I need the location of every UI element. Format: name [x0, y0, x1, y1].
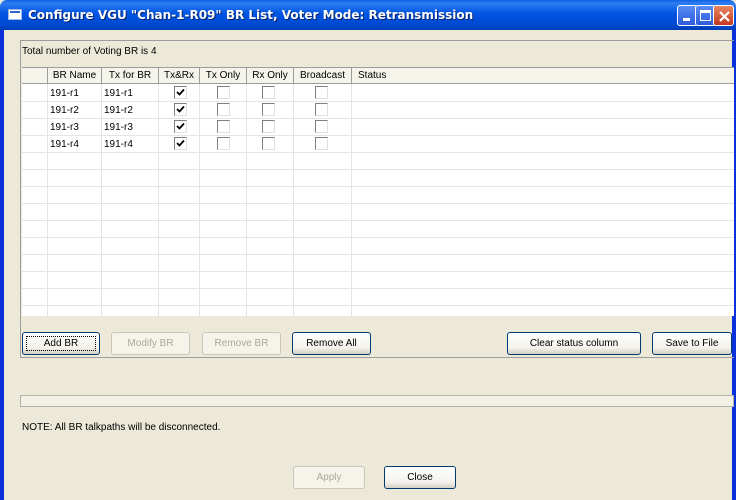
br-name-cell: 191-r2 [50, 105, 79, 116]
grid-row-line [22, 271, 734, 272]
remove-br-button[interactable]: Remove BR [202, 332, 281, 355]
rx-only-checkbox[interactable] [262, 137, 275, 150]
txrx-checkbox[interactable] [174, 86, 187, 99]
txrx-checkbox[interactable] [174, 120, 187, 133]
broadcast-checkbox[interactable] [315, 103, 328, 116]
minimize-icon [683, 18, 690, 21]
save-to-file-button[interactable]: Save to File [652, 332, 732, 355]
header-row-selector [22, 68, 48, 84]
close-window-button[interactable] [713, 5, 734, 26]
header-status[interactable]: Status [352, 68, 734, 84]
grid-row-line [22, 305, 734, 306]
rx-only-checkbox[interactable] [262, 86, 275, 99]
header-br-name[interactable]: BR Name [48, 68, 102, 84]
table-row[interactable]: 191-r3 191-r3 [22, 119, 734, 136]
modify-br-button[interactable]: Modify BR [111, 332, 190, 355]
tx-only-checkbox[interactable] [217, 86, 230, 99]
disconnect-note: NOTE: All BR talkpaths will be disconnec… [22, 422, 221, 433]
grid-row-line [22, 169, 734, 170]
table-row[interactable]: 191-r1 191-r1 [22, 85, 734, 102]
header-broadcast[interactable]: Broadcast [294, 68, 352, 84]
add-br-button[interactable]: Add BR [22, 332, 100, 355]
grid-row-line [22, 288, 734, 289]
tx-for-br-cell: 191-r2 [104, 105, 133, 116]
close-icon [719, 11, 730, 22]
broadcast-checkbox[interactable] [315, 120, 328, 133]
table-row[interactable]: 191-r2 191-r2 [22, 102, 734, 119]
tx-only-checkbox[interactable] [217, 137, 230, 150]
grid-row-line [22, 186, 734, 187]
progress-bar [20, 395, 734, 407]
table-row[interactable]: 191-r4 191-r4 [22, 136, 734, 153]
broadcast-checkbox[interactable] [315, 86, 328, 99]
window-frame-left [0, 30, 4, 500]
maximize-icon [700, 10, 711, 21]
txrx-checkbox[interactable] [174, 103, 187, 116]
grid-row-line [22, 220, 734, 221]
apply-button[interactable]: Apply [293, 466, 365, 489]
header-tx-for-br[interactable]: Tx for BR [102, 68, 159, 84]
br-list-grid[interactable]: BR Name Tx for BR Tx&Rx Tx Only Rx Only … [22, 67, 734, 316]
broadcast-checkbox[interactable] [315, 137, 328, 150]
tx-for-br-cell: 191-r4 [104, 139, 133, 150]
rx-only-checkbox[interactable] [262, 120, 275, 133]
header-rx-only[interactable]: Rx Only [247, 68, 294, 84]
txrx-checkbox[interactable] [174, 137, 187, 150]
window-title: Configure VGU "Chan-1-R09" BR List, Vote… [28, 8, 474, 22]
tx-for-br-cell: 191-r3 [104, 122, 133, 133]
grid-row-line [22, 203, 734, 204]
br-name-cell: 191-r3 [50, 122, 79, 133]
br-name-cell: 191-r1 [50, 88, 79, 99]
voting-br-total: Total number of Voting BR is 4 [22, 46, 157, 57]
close-button[interactable]: Close [384, 466, 456, 489]
grid-row-line [22, 237, 734, 238]
window-icon [8, 9, 22, 20]
tx-only-checkbox[interactable] [217, 103, 230, 116]
tx-for-br-cell: 191-r1 [104, 88, 133, 99]
header-txrx[interactable]: Tx&Rx [159, 68, 200, 84]
header-tx-only[interactable]: Tx Only [200, 68, 247, 84]
title-bar[interactable]: Configure VGU "Chan-1-R09" BR List, Vote… [0, 0, 736, 30]
clear-status-column-button[interactable]: Clear status column [507, 332, 641, 355]
rx-only-checkbox[interactable] [262, 103, 275, 116]
remove-all-button[interactable]: Remove All [292, 332, 371, 355]
tx-only-checkbox[interactable] [217, 120, 230, 133]
br-name-cell: 191-r4 [50, 139, 79, 150]
grid-row-line [22, 254, 734, 255]
